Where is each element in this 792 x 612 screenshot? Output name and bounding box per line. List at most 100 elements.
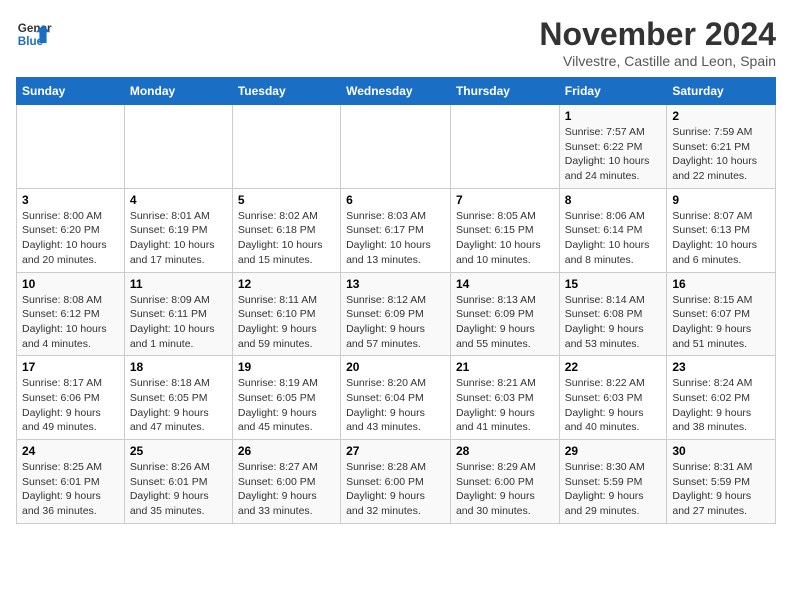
day-number: 3 (22, 193, 119, 207)
calendar-cell: 7Sunrise: 8:05 AM Sunset: 6:15 PM Daylig… (450, 188, 559, 272)
day-info: Sunrise: 8:21 AM Sunset: 6:03 PM Dayligh… (456, 376, 554, 435)
day-number: 13 (346, 277, 445, 291)
day-number: 4 (130, 193, 227, 207)
day-number: 9 (672, 193, 770, 207)
day-info: Sunrise: 8:31 AM Sunset: 5:59 PM Dayligh… (672, 460, 770, 519)
day-info: Sunrise: 8:15 AM Sunset: 6:07 PM Dayligh… (672, 293, 770, 352)
day-info: Sunrise: 8:24 AM Sunset: 6:02 PM Dayligh… (672, 376, 770, 435)
calendar-table: SundayMondayTuesdayWednesdayThursdayFrid… (16, 77, 776, 524)
day-number: 1 (565, 109, 662, 123)
day-number: 12 (238, 277, 335, 291)
calendar-cell: 12 Sunrise: 8:11 AM Sunset: 6:10 PM Dayli… (232, 272, 340, 356)
day-number: 7 (456, 193, 554, 207)
header: General Blue November 2024 Vilvestre, Ca… (16, 16, 776, 69)
weekday-header-thursday: Thursday (450, 78, 559, 105)
calendar-cell: 18 Sunrise: 8:18 AM Sunset: 6:05 PM Dayli… (124, 356, 232, 440)
calendar-cell: 27Sunrise: 8:28 AM Sunset: 6:00 PM Dayli… (341, 440, 451, 524)
calendar-cell: 22 Sunrise: 8:22 AM Sunset: 6:03 PM Dayli… (559, 356, 667, 440)
weekday-header-monday: Monday (124, 78, 232, 105)
weekday-header-sunday: Sunday (17, 78, 125, 105)
calendar-cell: 2Sunrise: 7:59 AM Sunset: 6:21 PM Daylig… (667, 105, 776, 189)
day-number: 19 (238, 360, 335, 374)
calendar-cell (17, 105, 125, 189)
weekday-header-wednesday: Wednesday (341, 78, 451, 105)
calendar-cell: 17 Sunrise: 8:17 AM Sunset: 6:06 PM Dayli… (17, 356, 125, 440)
day-info: Sunrise: 8:22 AM Sunset: 6:03 PM Dayligh… (565, 376, 662, 435)
day-info: Sunrise: 8:29 AM Sunset: 6:00 PM Dayligh… (456, 460, 554, 519)
calendar-cell: 15 Sunrise: 8:14 AM Sunset: 6:08 PM Dayli… (559, 272, 667, 356)
logo: General Blue (16, 16, 52, 52)
weekday-header-row: SundayMondayTuesdayWednesdayThursdayFrid… (17, 78, 776, 105)
calendar-cell: 16 Sunrise: 8:15 AM Sunset: 6:07 PM Dayli… (667, 272, 776, 356)
title-area: November 2024 Vilvestre, Castille and Le… (539, 16, 776, 69)
calendar-cell: 6 Sunrise: 8:03 AM Sunset: 6:17 PM Daylig… (341, 188, 451, 272)
day-number: 18 (130, 360, 227, 374)
day-number: 26 (238, 444, 335, 458)
day-number: 17 (22, 360, 119, 374)
day-number: 21 (456, 360, 554, 374)
day-number: 2 (672, 109, 770, 123)
day-info: Sunrise: 8:20 AM Sunset: 6:04 PM Dayligh… (346, 376, 445, 435)
weekday-header-friday: Friday (559, 78, 667, 105)
day-info: Sunrise: 8:00 AM Sunset: 6:20 PM Dayligh… (22, 209, 119, 268)
day-info: Sunrise: 8:07 AM Sunset: 6:13 PM Dayligh… (672, 209, 770, 268)
day-number: 25 (130, 444, 227, 458)
calendar-cell: 21 Sunrise: 8:21 AM Sunset: 6:03 PM Dayli… (450, 356, 559, 440)
day-info: Sunrise: 8:02 AM Sunset: 6:18 PM Dayligh… (238, 209, 335, 268)
day-number: 10 (22, 277, 119, 291)
day-info: Sunrise: 8:14 AM Sunset: 6:08 PM Dayligh… (565, 293, 662, 352)
calendar-cell: 25 Sunrise: 8:26 AM Sunset: 6:01 PM Dayli… (124, 440, 232, 524)
calendar-cell: 30 Sunrise: 8:31 AM Sunset: 5:59 PM Dayli… (667, 440, 776, 524)
day-info: Sunrise: 8:12 AM Sunset: 6:09 PM Dayligh… (346, 293, 445, 352)
day-number: 14 (456, 277, 554, 291)
day-number: 23 (672, 360, 770, 374)
day-info: Sunrise: 8:25 AM Sunset: 6:01 PM Dayligh… (22, 460, 119, 519)
week-row-1: 1Sunrise: 7:57 AM Sunset: 6:22 PM Daylig… (17, 105, 776, 189)
day-info: Sunrise: 8:18 AM Sunset: 6:05 PM Dayligh… (130, 376, 227, 435)
calendar-cell: 26 Sunrise: 8:27 AM Sunset: 6:00 PM Dayli… (232, 440, 340, 524)
calendar-cell: 19Sunrise: 8:19 AM Sunset: 6:05 PM Dayli… (232, 356, 340, 440)
day-number: 15 (565, 277, 662, 291)
day-info: Sunrise: 8:30 AM Sunset: 5:59 PM Dayligh… (565, 460, 662, 519)
calendar-cell: 1Sunrise: 7:57 AM Sunset: 6:22 PM Daylig… (559, 105, 667, 189)
day-info: Sunrise: 8:17 AM Sunset: 6:06 PM Dayligh… (22, 376, 119, 435)
calendar-cell: 20 Sunrise: 8:20 AM Sunset: 6:04 PM Dayli… (341, 356, 451, 440)
calendar-cell: 4 Sunrise: 8:01 AM Sunset: 6:19 PM Daylig… (124, 188, 232, 272)
calendar-cell: 13 Sunrise: 8:12 AM Sunset: 6:09 PM Dayli… (341, 272, 451, 356)
week-row-4: 17 Sunrise: 8:17 AM Sunset: 6:06 PM Dayli… (17, 356, 776, 440)
calendar-cell (450, 105, 559, 189)
week-row-3: 10Sunrise: 8:08 AM Sunset: 6:12 PM Dayli… (17, 272, 776, 356)
day-info: Sunrise: 8:26 AM Sunset: 6:01 PM Dayligh… (130, 460, 227, 519)
day-number: 11 (130, 277, 227, 291)
calendar-cell: 3 Sunrise: 8:00 AM Sunset: 6:20 PM Daylig… (17, 188, 125, 272)
month-title: November 2024 (539, 16, 776, 53)
day-number: 30 (672, 444, 770, 458)
calendar-cell: 14 Sunrise: 8:13 AM Sunset: 6:09 PM Dayli… (450, 272, 559, 356)
calendar-cell: 23 Sunrise: 8:24 AM Sunset: 6:02 PM Dayli… (667, 356, 776, 440)
day-info: Sunrise: 8:27 AM Sunset: 6:00 PM Dayligh… (238, 460, 335, 519)
day-number: 6 (346, 193, 445, 207)
day-info: Sunrise: 8:11 AM Sunset: 6:10 PM Dayligh… (238, 293, 335, 352)
calendar-cell (341, 105, 451, 189)
svg-text:General: General (18, 22, 52, 35)
day-number: 16 (672, 277, 770, 291)
week-row-2: 3 Sunrise: 8:00 AM Sunset: 6:20 PM Daylig… (17, 188, 776, 272)
day-info: Sunrise: 8:13 AM Sunset: 6:09 PM Dayligh… (456, 293, 554, 352)
calendar-cell (124, 105, 232, 189)
day-number: 24 (22, 444, 119, 458)
day-number: 5 (238, 193, 335, 207)
calendar-cell: 29 Sunrise: 8:30 AM Sunset: 5:59 PM Dayli… (559, 440, 667, 524)
day-info: Sunrise: 8:06 AM Sunset: 6:14 PM Dayligh… (565, 209, 662, 268)
day-number: 8 (565, 193, 662, 207)
day-number: 27 (346, 444, 445, 458)
day-info: Sunrise: 8:01 AM Sunset: 6:19 PM Dayligh… (130, 209, 227, 268)
calendar-cell: 11 Sunrise: 8:09 AM Sunset: 6:11 PM Dayli… (124, 272, 232, 356)
calendar-cell: 10Sunrise: 8:08 AM Sunset: 6:12 PM Dayli… (17, 272, 125, 356)
day-info: Sunrise: 8:03 AM Sunset: 6:17 PM Dayligh… (346, 209, 445, 268)
day-info: Sunrise: 8:09 AM Sunset: 6:11 PM Dayligh… (130, 293, 227, 352)
day-number: 29 (565, 444, 662, 458)
day-number: 22 (565, 360, 662, 374)
day-number: 20 (346, 360, 445, 374)
day-number: 28 (456, 444, 554, 458)
calendar-cell: 28 Sunrise: 8:29 AM Sunset: 6:00 PM Dayli… (450, 440, 559, 524)
